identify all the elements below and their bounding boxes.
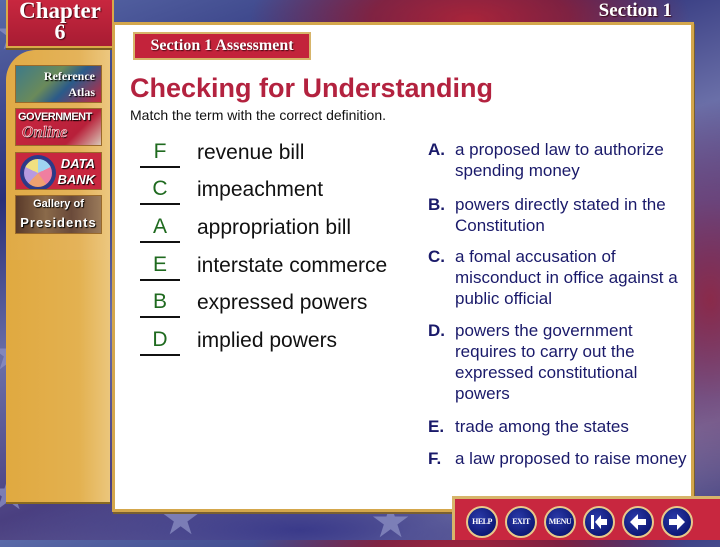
answer-blank[interactable]: D — [140, 328, 180, 356]
definition-letter: A. — [428, 140, 445, 159]
sidebar-item-data-bank[interactable]: DATA BANK — [15, 152, 102, 190]
sidebar-item-label: BANK — [57, 172, 95, 187]
sidebar-item-label: GOVERNMENT — [18, 111, 92, 123]
definition-letter: D. — [428, 321, 445, 340]
term-text: revenue bill — [197, 141, 305, 164]
back-button[interactable] — [622, 506, 654, 538]
instruction-text: Match the term with the correct definiti… — [130, 107, 386, 123]
answer-blank[interactable]: E — [140, 253, 180, 281]
term-text: appropriation bill — [197, 216, 352, 239]
next-button[interactable] — [661, 506, 693, 538]
definition-text: trade among the states — [455, 417, 629, 436]
section-label: Section 1 — [598, 0, 672, 21]
help-button[interactable]: HELP — [466, 506, 498, 538]
first-page-icon — [591, 515, 607, 529]
sidebar-item-label: Presidents — [20, 215, 97, 230]
sidebar-lower-panel — [6, 260, 110, 502]
navigation-bar: HELP EXIT MENU — [452, 496, 720, 540]
term-text: impeachment — [197, 178, 324, 201]
sidebar-item-label: Atlas — [68, 85, 95, 99]
pie-chart-icon — [23, 158, 53, 188]
definition-text: a law proposed to raise money — [455, 449, 687, 468]
sidebar-item-gallery-of-presidents[interactable]: Gallery of Presidents — [15, 195, 102, 234]
answer-blank[interactable]: C — [140, 177, 180, 205]
first-page-button[interactable] — [583, 506, 615, 538]
sidebar-item-label: DATA — [60, 156, 95, 171]
sidebar-item-government-online[interactable]: GOVERNMENT Online — [15, 108, 102, 146]
term-text: expressed powers — [197, 291, 368, 314]
sidebar-item-reference-atlas[interactable]: Reference Atlas — [15, 65, 102, 103]
sidebar-item-label: Reference — [43, 69, 95, 83]
definition-letter: B. — [428, 195, 445, 214]
exit-button[interactable]: EXIT — [505, 506, 537, 538]
sidebar-item-label: Gallery of — [33, 198, 84, 210]
chapter-badge: Chapter 6 — [6, 0, 114, 48]
definition-text: powers the government requires to carry … — [455, 321, 638, 403]
definition-text: a fomal accusation of misconduct in offi… — [455, 247, 678, 308]
definition-text: powers directly stated in the Constituti… — [455, 195, 666, 235]
definition-text: a proposed law to authorize spending mon… — [455, 140, 664, 180]
answer-blank[interactable]: A — [140, 215, 180, 243]
menu-button[interactable]: MENU — [544, 506, 576, 538]
back-arrow-icon — [630, 514, 646, 530]
page-title: Checking for Understanding — [130, 73, 494, 103]
answer-blank[interactable]: F — [140, 140, 180, 168]
answer-blank[interactable]: B — [140, 290, 180, 318]
definition-letter: E. — [428, 417, 445, 436]
next-arrow-icon — [669, 514, 685, 530]
definition-letter: C. — [428, 247, 445, 266]
sidebar-item-label: Online — [22, 124, 68, 142]
chapter-number: 6 — [54, 19, 66, 44]
section-assessment-tab: Section 1 Assessment — [133, 32, 311, 60]
term-text: interstate commerce — [197, 254, 388, 277]
term-text: implied powers — [197, 329, 338, 352]
definition-letter: F. — [428, 449, 442, 468]
